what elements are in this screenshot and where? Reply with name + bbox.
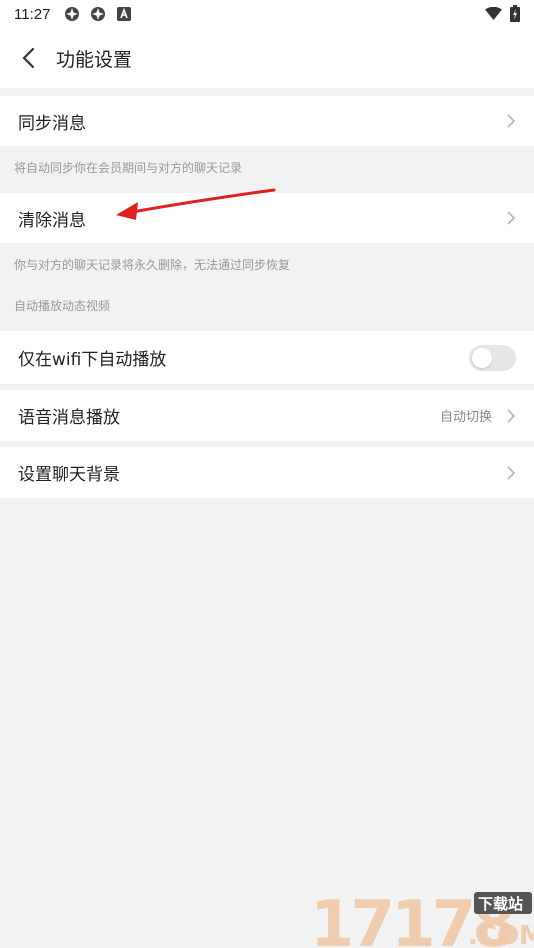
chevron-right-icon xyxy=(506,210,516,226)
sync-messages-row[interactable]: 同步消息 xyxy=(0,96,534,146)
sync-messages-hint: 将自动同步你在会员期间与对方的聊天记录 xyxy=(14,161,243,175)
nav-bar: 功能设置 xyxy=(0,28,534,88)
chevron-right-icon xyxy=(506,113,516,129)
status-right xyxy=(485,5,520,22)
a-icon xyxy=(116,6,132,22)
chat-background-label: 设置聊天背景 xyxy=(18,465,120,485)
voice-playback-label: 语音消息播放 xyxy=(18,408,120,428)
clear-messages-hint: 你与对方的聊天记录将永久删除，无法通过同步恢复 xyxy=(14,258,291,272)
chevron-left-icon xyxy=(22,47,35,69)
status-bar: 11:27 xyxy=(0,0,534,28)
app-icon xyxy=(90,6,106,22)
wifi-icon xyxy=(485,6,502,21)
watermark-badge: 下载站 xyxy=(478,895,523,913)
status-time: 11:27 xyxy=(14,5,51,23)
page-title: 功能设置 xyxy=(56,48,133,71)
site-watermark-logo: 17178 下载站 .COM xyxy=(310,888,534,948)
sync-messages-label: 同步消息 xyxy=(18,113,86,134)
annotation-arrow-icon xyxy=(116,188,276,220)
wifi-autoplay-row: 仅在wifi下自动播放 xyxy=(0,331,534,384)
chevron-right-icon xyxy=(506,465,516,481)
chevron-right-icon xyxy=(506,408,516,424)
battery-icon xyxy=(510,5,520,22)
autoplay-section-label: 自动播放动态视频 xyxy=(14,299,111,313)
watermark-suffix: .COM xyxy=(468,921,534,948)
chat-background-row[interactable]: 设置聊天背景 xyxy=(0,447,534,498)
wifi-autoplay-toggle[interactable] xyxy=(469,344,516,371)
toggle-knob xyxy=(472,347,492,368)
app-icon xyxy=(64,6,80,22)
voice-playback-row[interactable]: 语音消息播放 自动切换 xyxy=(0,390,534,441)
back-button[interactable] xyxy=(0,28,56,88)
wifi-autoplay-label: 仅在wifi下自动播放 xyxy=(18,350,167,370)
voice-playback-value: 自动切换 xyxy=(439,410,492,425)
